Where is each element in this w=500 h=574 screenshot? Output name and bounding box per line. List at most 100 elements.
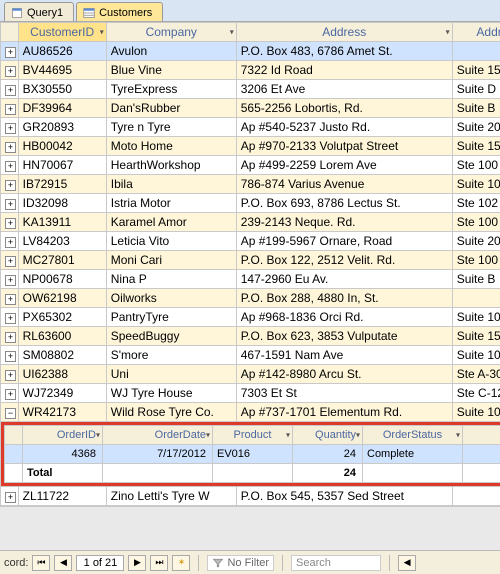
table-row[interactable]: +PX65302PantryTyreAp #968-1836 Orci Rd.S… [1,308,500,327]
table-row[interactable]: +ID32098Istria MotorP.O. Box 693, 8786 L… [1,194,500,213]
cell-company[interactable]: Istria Motor [106,194,236,213]
cell-customerid[interactable]: AU86526 [18,42,106,61]
nav-next-button[interactable]: ▶ [128,555,146,571]
cell-company[interactable]: Zino Letti's Tyre W [106,487,236,506]
cell-customerid[interactable]: DF39964 [18,99,106,118]
cell-company[interactable]: Tyre n Tyre [106,118,236,137]
subcol-orderdate[interactable]: OrderDate▾ [103,426,213,445]
cell-customerid[interactable]: HN70067 [18,156,106,175]
dropdown-icon[interactable]: ▾ [100,28,104,37]
table-row[interactable]: −WR42173Wild Rose Tyre Co.Ap #737-1701 E… [1,403,500,422]
cell-company[interactable]: PantryTyre [106,308,236,327]
cell-company[interactable]: Moni Cari [106,251,236,270]
expand-button[interactable]: + [5,332,16,343]
filter-indicator[interactable]: No Filter [207,555,274,571]
cell-company[interactable]: Nina P [106,270,236,289]
cell-customerid[interactable]: WJ72349 [18,384,106,403]
expand-button[interactable]: + [5,492,16,503]
expand-button[interactable]: + [5,389,16,400]
table-row[interactable]: +KA13911Karamel Amor239-2143 Neque. Rd.S… [1,213,500,232]
cell-orderid[interactable]: 4368 [23,445,103,464]
table-row[interactable]: +WJ72349WJ Tyre House7303 Et StSte C-120 [1,384,500,403]
cell-customerid[interactable]: BV44695 [18,61,106,80]
expand-button[interactable]: + [5,199,16,210]
scroll-left-button[interactable]: ◀ [398,555,416,571]
cell-address[interactable]: 3206 Et Ave [236,80,452,99]
expand-button[interactable]: + [5,256,16,267]
expand-button[interactable]: + [5,180,16,191]
nav-last-button[interactable]: ⏭ [150,555,168,571]
col-address[interactable]: Address▾ [236,23,452,42]
cell-address[interactable]: P.O. Box 545, 5357 Sed Street [236,487,452,506]
cell-address[interactable]: 7322 Id Road [236,61,452,80]
cell-address[interactable]: Ap #737-1701 Elementum Rd. [236,403,452,422]
subcol-orderstatus[interactable]: OrderStatus▾ [363,426,463,445]
cell-company[interactable]: Blue Vine [106,61,236,80]
dropdown-icon[interactable]: ▾ [446,28,450,37]
cell-address2[interactable]: Ste C-120 [452,384,500,403]
cell-address2[interactable]: Ste 100 [452,213,500,232]
cell-address2[interactable]: Ste 102 [452,194,500,213]
cell-address2[interactable]: Suite 101 [452,346,500,365]
cell-orderdate[interactable]: 7/17/2012 [103,445,213,464]
cell-address2[interactable]: Suite D [452,80,500,99]
expand-button[interactable]: + [5,294,16,305]
cell-customerid[interactable]: BX30550 [18,80,106,99]
table-row[interactable]: +MC27801Moni CariP.O. Box 122, 2512 Veli… [1,251,500,270]
subcol-add[interactable]: Click to Add [463,426,500,445]
subcol-orderid[interactable]: OrderID▾ [23,426,103,445]
cell-address[interactable]: P.O. Box 483, 6786 Amet St. [236,42,452,61]
cell-customerid[interactable]: SM08802 [18,346,106,365]
expand-button[interactable]: + [5,351,16,362]
table-row[interactable]: +AU86526AvulonP.O. Box 483, 6786 Amet St… [1,42,500,61]
cell-address[interactable]: Ap #968-1836 Orci Rd. [236,308,452,327]
col-company[interactable]: Company▾ [106,23,236,42]
table-row[interactable]: +DF39964Dan'sRubber565-2256 Lobortis, Rd… [1,99,500,118]
cell-address2[interactable]: Suite B [452,270,500,289]
cell-address2[interactable]: Ste A-300 [452,365,500,384]
table-row[interactable]: +RL63600SpeedBuggyP.O. Box 623, 3853 Vul… [1,327,500,346]
nav-prev-button[interactable]: ◀ [54,555,72,571]
cell-company[interactable]: Avulon [106,42,236,61]
cell-customerid[interactable]: OW62198 [18,289,106,308]
subcol-product[interactable]: Product▾ [213,426,293,445]
cell-address2[interactable] [452,289,500,308]
cell-customerid[interactable]: NP00678 [18,270,106,289]
table-row[interactable]: +ZL11722Zino Letti's Tyre WP.O. Box 545,… [1,487,500,506]
table-row[interactable]: +OW62198OilworksP.O. Box 288, 4880 In, S… [1,289,500,308]
cell-address2[interactable] [452,487,500,506]
cell-company[interactable]: Uni [106,365,236,384]
cell-address[interactable]: 239-2143 Neque. Rd. [236,213,452,232]
expand-button[interactable]: + [5,237,16,248]
cell-company[interactable]: TyreExpress [106,80,236,99]
col-address2[interactable]: Address2▾ [452,23,500,42]
expand-button[interactable]: + [5,66,16,77]
cell-company[interactable]: Oilworks [106,289,236,308]
cell-address[interactable]: P.O. Box 623, 3853 Vulputate [236,327,452,346]
cell-address2[interactable]: Suite 200 [452,118,500,137]
cell-address[interactable]: P.O. Box 122, 2512 Velit. Rd. [236,251,452,270]
cell-company[interactable]: Ibila [106,175,236,194]
cell-address[interactable]: 565-2256 Lobortis, Rd. [236,99,452,118]
cell-customerid[interactable]: IB72915 [18,175,106,194]
cell-address[interactable]: 147-2960 Eu Av. [236,270,452,289]
cell-customerid[interactable]: GR20893 [18,118,106,137]
nav-new-button[interactable]: ✶ [172,555,190,571]
orders-subgrid[interactable]: OrderID▾OrderDate▾Product▾Quantity▾Order… [4,425,500,483]
cell-company[interactable]: S'more [106,346,236,365]
table-row[interactable]: +GR20893Tyre n TyreAp #540-5237 Justo Rd… [1,118,500,137]
expand-button[interactable]: + [5,85,16,96]
cell-address[interactable]: Ap #199-5967 Ornare, Road [236,232,452,251]
cell-address[interactable]: P.O. Box 288, 4880 In, St. [236,289,452,308]
cell-address[interactable]: 467-1591 Nam Ave [236,346,452,365]
cell-address2[interactable]: Suite 150E [452,327,500,346]
sub-row[interactable]: 43687/17/2012EV01624Complete [5,445,500,464]
cell-orderstatus[interactable]: Complete [363,445,463,464]
expand-button[interactable]: − [5,408,16,419]
expand-button[interactable]: + [5,313,16,324]
table-row[interactable]: +HN70067HearthWorkshopAp #499-2259 Lorem… [1,156,500,175]
cell-address2[interactable]: Suite 101D [452,175,500,194]
cell-address2[interactable]: Ste 100 [452,156,500,175]
table-row[interactable]: +BV44695Blue Vine7322 Id RoadSuite 150Fo… [1,61,500,80]
search-input[interactable]: Search [291,555,381,571]
